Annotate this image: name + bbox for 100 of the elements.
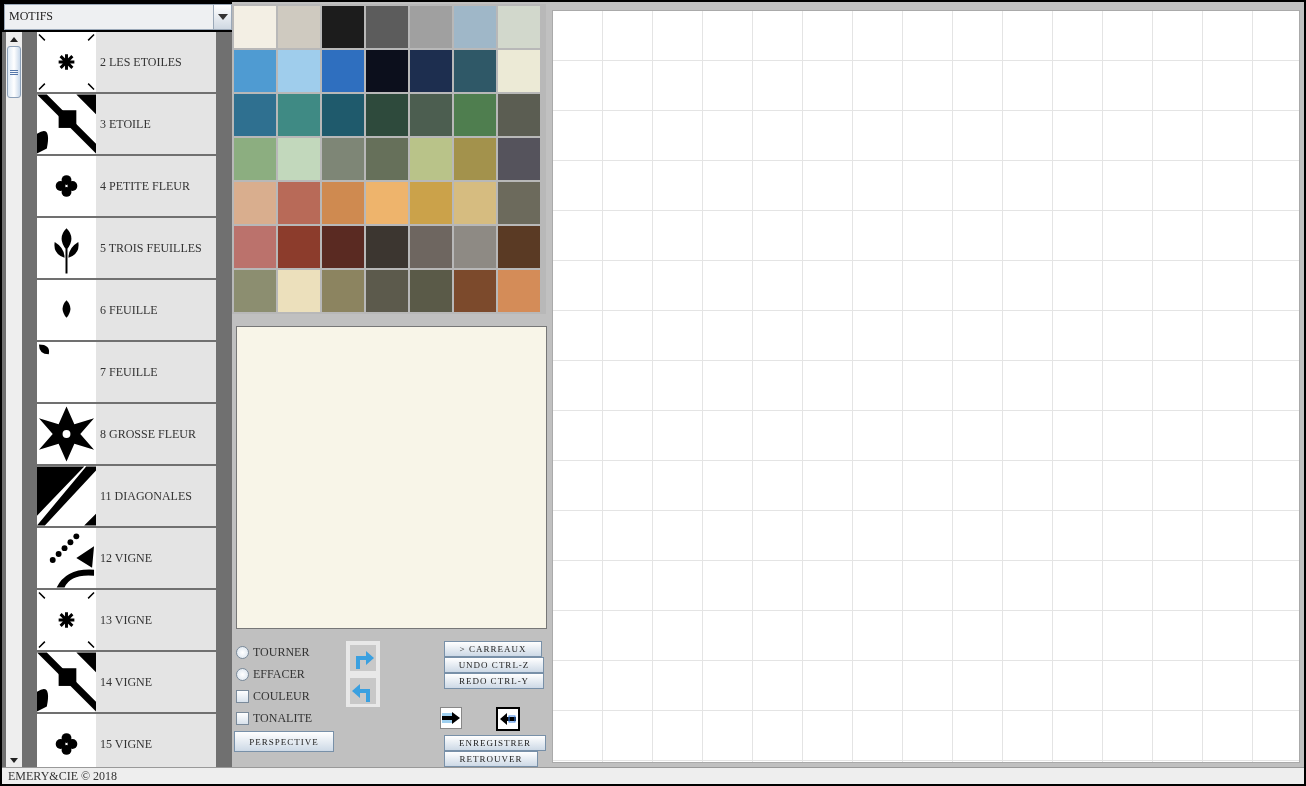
arrow-right-icon[interactable] — [440, 707, 462, 729]
motif-item[interactable]: 4 PETITE FLEUR — [37, 156, 216, 216]
color-swatch[interactable] — [410, 50, 452, 92]
color-swatch[interactable] — [234, 6, 276, 48]
motif-item[interactable]: 15 VIGNE — [37, 714, 216, 767]
color-swatch[interactable] — [498, 50, 540, 92]
rotate-left-icon[interactable] — [350, 677, 376, 704]
rotate-right-icon[interactable] — [350, 644, 376, 671]
checkbox[interactable] — [236, 689, 249, 703]
caret-icon — [217, 14, 228, 20]
motif-item[interactable]: 7 FEUILLE — [37, 342, 216, 402]
motif-drawing — [37, 218, 96, 278]
color-swatch[interactable] — [322, 270, 364, 312]
motif-item[interactable]: 2 LES ETOILES — [37, 32, 216, 92]
color-swatch[interactable] — [410, 182, 452, 224]
color-swatch[interactable] — [366, 94, 408, 136]
color-swatch[interactable] — [410, 226, 452, 268]
motif-drawing — [37, 714, 96, 767]
scrollbar-thumb[interactable] — [7, 46, 21, 98]
color-swatch[interactable] — [498, 138, 540, 180]
color-swatch[interactable] — [366, 226, 408, 268]
color-swatch[interactable] — [322, 94, 364, 136]
motif-item[interactable]: 13 VIGNE — [37, 590, 216, 650]
file-button[interactable]: ENREGISTRER — [444, 735, 546, 751]
color-swatch[interactable] — [410, 270, 452, 312]
color-swatch[interactable] — [410, 94, 452, 136]
motif-item[interactable]: 12 VIGNE — [37, 528, 216, 588]
motif-item[interactable]: 5 TROIS FEUILLES — [37, 218, 216, 278]
action-button[interactable]: REDO CTRL-Y — [444, 673, 544, 689]
scroll-down-icon[interactable] — [10, 757, 18, 763]
color-swatch[interactable] — [454, 94, 496, 136]
color-swatch[interactable] — [410, 138, 452, 180]
color-swatch[interactable] — [322, 226, 364, 268]
color-swatch[interactable] — [498, 270, 540, 312]
dropdown-value: MOTIFS — [8, 8, 54, 25]
action-button[interactable]: > CARREAUX — [444, 641, 542, 657]
arrow-left-icon[interactable] — [496, 707, 520, 731]
color-swatch[interactable] — [454, 50, 496, 92]
color-swatch[interactable] — [234, 270, 276, 312]
color-swatch[interactable] — [234, 50, 276, 92]
color-swatch[interactable] — [278, 94, 320, 136]
motif-drawing — [37, 32, 96, 92]
color-swatch[interactable] — [278, 138, 320, 180]
color-swatch[interactable] — [322, 50, 364, 92]
scroll-up-icon[interactable] — [10, 36, 18, 42]
dropdown-button[interactable] — [213, 5, 231, 29]
color-swatch[interactable] — [410, 6, 452, 48]
option-label: EFFACER — [253, 666, 305, 682]
color-swatch[interactable] — [366, 182, 408, 224]
motif-item[interactable]: 14 VIGNE — [37, 652, 216, 712]
checkbox[interactable] — [236, 711, 249, 725]
action-button[interactable]: UNDO CTRL-Z — [444, 657, 544, 673]
color-swatch[interactable] — [278, 182, 320, 224]
motif-drawing — [37, 528, 96, 588]
color-swatch[interactable] — [278, 270, 320, 312]
color-swatch[interactable] — [366, 270, 408, 312]
color-swatch[interactable] — [454, 6, 496, 48]
file-button[interactable]: RETROUVER — [444, 751, 538, 767]
color-swatch[interactable] — [498, 6, 540, 48]
color-swatch[interactable] — [498, 94, 540, 136]
copyright-text: EMERY&CIE © 2018 — [7, 768, 118, 784]
color-swatch[interactable] — [454, 182, 496, 224]
color-swatch[interactable] — [322, 138, 364, 180]
drawing-canvas[interactable] — [552, 10, 1300, 763]
radio-button[interactable] — [236, 645, 249, 659]
perspective-button[interactable]: PERSPECTIVE — [234, 731, 334, 752]
color-swatch[interactable] — [454, 138, 496, 180]
color-swatch[interactable] — [366, 50, 408, 92]
option-label: TOURNER — [253, 644, 310, 660]
color-swatch[interactable] — [234, 94, 276, 136]
color-swatch[interactable] — [498, 182, 540, 224]
motif-drawing — [37, 156, 96, 216]
motif-label: 15 VIGNE — [100, 736, 153, 752]
motif-label: 8 GROSSE FLEUR — [100, 426, 197, 442]
option-label: TONALITE — [253, 710, 313, 726]
color-swatch[interactable] — [454, 270, 496, 312]
color-swatch[interactable] — [234, 138, 276, 180]
color-swatch[interactable] — [278, 50, 320, 92]
scrollbar[interactable] — [6, 32, 22, 767]
motif-drawing — [37, 280, 96, 340]
motif-item[interactable]: 11 DIAGONALES — [37, 466, 216, 526]
motif-item[interactable]: 8 GROSSE FLEUR — [37, 404, 216, 464]
motif-label: 13 VIGNE — [100, 612, 153, 628]
motif-label: 7 FEUILLE — [100, 364, 158, 380]
color-swatch[interactable] — [278, 226, 320, 268]
color-swatch[interactable] — [322, 182, 364, 224]
motif-drawing — [37, 404, 96, 464]
color-swatch[interactable] — [498, 226, 540, 268]
color-swatch[interactable] — [234, 182, 276, 224]
color-swatch[interactable] — [366, 138, 408, 180]
radio-button[interactable] — [236, 667, 249, 681]
motif-label: 2 LES ETOILES — [100, 54, 182, 70]
motif-dropdown[interactable]: MOTIFS — [4, 4, 232, 30]
motif-item[interactable]: 6 FEUILLE — [37, 280, 216, 340]
color-swatch[interactable] — [322, 6, 364, 48]
motif-item[interactable]: 3 ETOILE — [37, 94, 216, 154]
motif-label: 4 PETITE FLEUR — [100, 178, 190, 194]
color-swatch[interactable] — [366, 6, 408, 48]
color-swatch[interactable] — [234, 226, 276, 268]
color-swatch[interactable] — [454, 226, 496, 268]
